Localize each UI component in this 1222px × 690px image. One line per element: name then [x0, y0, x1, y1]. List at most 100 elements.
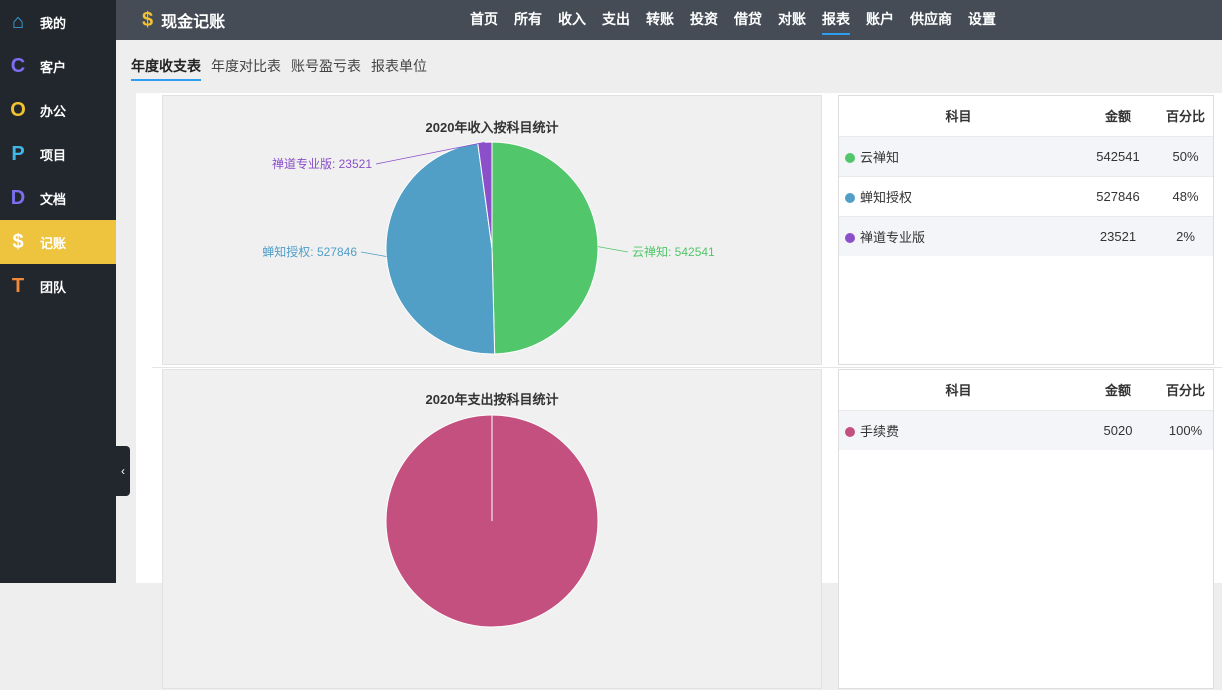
- sidebar-collapse-button[interactable]: ‹: [116, 446, 130, 496]
- subtab-3[interactable]: 报表单位: [371, 56, 427, 81]
- percent-cell: 48%: [1158, 175, 1213, 216]
- nav-item-9[interactable]: 账户: [858, 0, 902, 40]
- d-icon: D: [10, 186, 26, 209]
- sidebar-item-label: 办公: [40, 103, 67, 119]
- p-icon: P: [11, 142, 25, 165]
- amount-cell: 23521: [1078, 215, 1158, 256]
- nav-item-3[interactable]: 支出: [594, 0, 638, 40]
- nav-item-10[interactable]: 供应商: [902, 0, 960, 40]
- sidebar-item-5[interactable]: $ 记账: [0, 220, 116, 264]
- nav-label: 转账: [646, 11, 674, 27]
- sidebar-item-label: 文档: [40, 191, 67, 207]
- label-line: [597, 246, 629, 253]
- legend-dot: [845, 192, 855, 203]
- percent-cell: 2%: [1158, 215, 1213, 256]
- subtab-0[interactable]: 年度收支表: [131, 56, 201, 81]
- table-row: 禅道专业版 23521 2%: [839, 215, 1213, 256]
- subtab-2[interactable]: 账号盈亏表: [291, 56, 361, 81]
- table-row: 手续费 5020 100%: [839, 409, 1213, 450]
- percent-cell: 100%: [1158, 409, 1213, 450]
- sidebar-item-6[interactable]: T 团队: [0, 264, 116, 308]
- subtab-1[interactable]: 年度对比表: [211, 56, 281, 81]
- nav-item-0[interactable]: 首页: [462, 0, 506, 40]
- col-amount: 金额: [1104, 383, 1131, 399]
- income-table-panel: 科目 金额 百分比云禅知 542541 50% 蝉知授权 527846 48% 禅道专业版 235…: [838, 95, 1214, 365]
- sidebar-item-label: 团队: [40, 279, 67, 295]
- nav-label: 首页: [470, 11, 498, 27]
- nav-item-2[interactable]: 收入: [550, 0, 594, 40]
- legend-dot: [845, 426, 855, 437]
- c-icon: C: [10, 54, 26, 77]
- slice-label: 蝉知授权: 527846: [262, 244, 357, 259]
- sidebar-item-3[interactable]: P 项目: [0, 132, 116, 176]
- expense-chart-panel: 2020年支出按科目统计: [162, 369, 822, 689]
- percent-cell: 50%: [1158, 135, 1213, 176]
- pie-slice[interactable]: [491, 141, 599, 355]
- home-icon: ⌂: [11, 10, 25, 33]
- col-amount: 金额: [1104, 109, 1131, 125]
- legend-dot: [845, 232, 855, 243]
- nav-label: 账户: [866, 11, 894, 27]
- dollar-icon: $: [12, 230, 24, 253]
- amount-cell: 5020: [1078, 409, 1158, 450]
- nav-label: 报表: [822, 11, 850, 35]
- sidebar-item-4[interactable]: D 文档: [0, 176, 116, 220]
- sidebar: ⌂ 我的 C 客户 O 办公 P 项目 D 文档 $ 记账 T 团队: [0, 0, 116, 583]
- dollar-icon: $: [142, 8, 154, 31]
- top-header: $ 现金记账 首页 所有 收入 支出 转账 投资 借贷 对账 报表 账户 供应商 设置: [116, 0, 1222, 40]
- sidebar-item-label: 我的: [40, 15, 67, 31]
- nav-label: 设置: [968, 11, 996, 27]
- slice-label: 云禅知: 542541: [632, 245, 715, 259]
- sidebar-item-0[interactable]: ⌂ 我的: [0, 0, 116, 44]
- subject-cell: 手续费: [839, 409, 1078, 450]
- pie-slice[interactable]: [385, 142, 496, 355]
- amount-cell: 542541: [1078, 135, 1158, 176]
- nav-item-11[interactable]: 设置: [960, 0, 1004, 40]
- o-icon: O: [10, 98, 26, 121]
- nav-item-6[interactable]: 借贷: [726, 0, 770, 40]
- subject-name: 禅道专业版: [860, 229, 926, 245]
- sidebar-item-2[interactable]: O 办公: [0, 88, 116, 132]
- nav-item-8[interactable]: 报表: [814, 0, 858, 40]
- nav-item-4[interactable]: 转账: [638, 0, 682, 40]
- report-content: 2020年收入按科目统计 云禅知: 542541 蝉知授权: 527846 禅道专业…: [136, 93, 1222, 689]
- income-chart-panel: 2020年收入按科目统计 云禅知: 542541 蝉知授权: 527846 禅道专业…: [162, 95, 822, 365]
- nav-label: 所有: [514, 11, 542, 27]
- nav-item-7[interactable]: 对账: [770, 0, 814, 40]
- subject-cell: 禅道专业版: [839, 215, 1078, 256]
- col-percent: 百分比: [1165, 383, 1205, 399]
- subject-name: 蝉知授权: [860, 189, 913, 205]
- sidebar-item-label: 项目: [40, 147, 67, 163]
- sidebar-item-label: 客户: [40, 59, 67, 75]
- table-row: 云禅知 542541 50%: [839, 135, 1213, 176]
- subject-name: 手续费: [860, 423, 900, 439]
- col-subject: 科目: [945, 383, 972, 399]
- nav-item-1[interactable]: 所有: [506, 0, 550, 40]
- nav-label: 支出: [602, 11, 630, 27]
- nav-label: 投资: [690, 11, 718, 27]
- slice-label: 禅道专业版: 23521: [272, 156, 372, 171]
- nav-label: 对账: [778, 11, 806, 27]
- nav-label: 借贷: [734, 11, 762, 27]
- legend-dot: [845, 152, 855, 163]
- nav-label: 供应商: [910, 11, 952, 27]
- amount-cell: 527846: [1078, 175, 1158, 216]
- divider: [152, 367, 1222, 368]
- app-title: 现金记账: [161, 14, 226, 31]
- sidebar-item-label: 记账: [40, 235, 67, 251]
- subject-cell: 云禅知: [839, 135, 1078, 176]
- col-subject: 科目: [945, 109, 972, 125]
- income-pie-chart: 云禅知: 542541 蝉知授权: 527846 禅道专业版: 23521: [262, 141, 715, 355]
- t-icon: T: [11, 274, 25, 297]
- expense-pie-chart: [385, 414, 599, 628]
- col-percent: 百分比: [1165, 109, 1205, 125]
- main-nav: 首页 所有 收入 支出 转账 投资 借贷 对账 报表 账户 供应商 设置: [462, 0, 1004, 40]
- nav-label: 收入: [558, 11, 586, 27]
- income-table: 科目 金额 百分比云禅知 542541 50% 蝉知授权 527846 48% 禅道专业版 235…: [839, 96, 1213, 256]
- table-row: 蝉知授权 527846 48%: [839, 175, 1213, 216]
- subject-name: 云禅知: [860, 149, 900, 165]
- report-tabs: 年度收支表 年度对比表 账号盈亏表 报表单位: [131, 56, 427, 81]
- nav-item-5[interactable]: 投资: [682, 0, 726, 40]
- sidebar-item-1[interactable]: C 客户: [0, 44, 116, 88]
- app-logo[interactable]: $ 现金记账: [142, 8, 225, 32]
